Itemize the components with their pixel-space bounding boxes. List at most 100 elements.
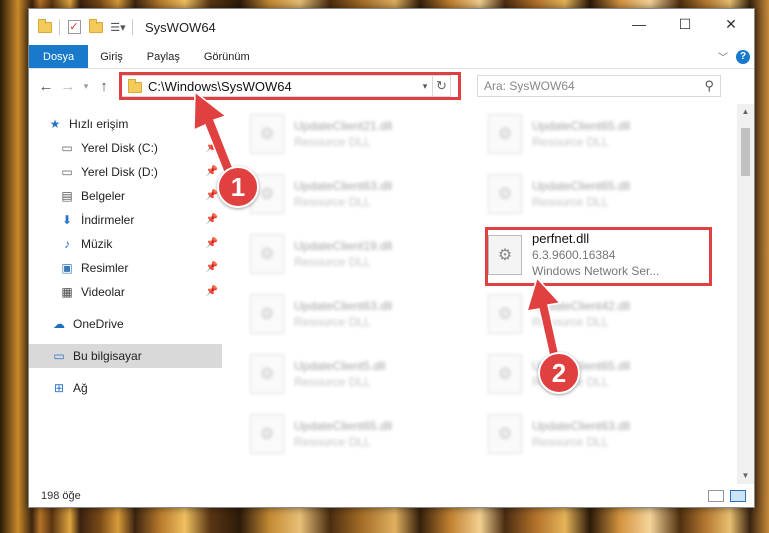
sidebar-item-label: Müzik: [81, 237, 113, 251]
divider: [132, 19, 133, 35]
list-item[interactable]: ⚙ UpdateClient65.dllResource DLL: [488, 169, 708, 219]
folder-icon: [37, 18, 53, 34]
list-item[interactable]: ⚙ UpdateClient21.dll Resource DLL: [250, 109, 470, 159]
sidebar-item-label: Hızlı erişim: [69, 117, 129, 131]
main-area: ★ Hızlı erişim ▭ Yerel Disk (C:) 📌 ▭ Yer…: [29, 104, 754, 484]
large-icons-view-icon[interactable]: [730, 489, 746, 502]
dll-file-icon: ⚙: [488, 354, 522, 394]
file-type: Resource DLL: [294, 195, 371, 209]
search-input[interactable]: Ara: SysWOW64 ⚲: [477, 75, 721, 97]
sidebar-item-disk-c[interactable]: ▭ Yerel Disk (C:) 📌: [29, 136, 222, 160]
list-item[interactable]: ⚙ UpdateClient65.dllResource DLL: [250, 409, 470, 459]
address-row: ← → ▾ ↑ C:\Windows\SysWOW64 ▾ ↻ Ara: Sys…: [29, 69, 754, 103]
help-icon[interactable]: ?: [736, 49, 750, 64]
download-icon: ⬇: [61, 213, 73, 227]
sidebar-item-label: Ağ: [73, 381, 88, 395]
file-type: Resource DLL: [294, 135, 371, 149]
file-name: UpdateClient63.dll: [294, 179, 393, 193]
file-name: UpdateClient42.dll: [532, 299, 631, 313]
sidebar-item-videos[interactable]: ▦ Videolar 📌: [29, 280, 222, 304]
list-item[interactable]: ⚙ UpdateClient63.dll Resource DLL: [250, 169, 470, 219]
star-icon: ★: [49, 117, 61, 131]
sidebar-item-disk-d[interactable]: ▭ Yerel Disk (D:) 📌: [29, 160, 222, 184]
file-list: ⚙ UpdateClient21.dll Resource DLL ⚙ Updat…: [222, 104, 754, 484]
item-count: 198 öğe: [41, 489, 81, 502]
list-item[interactable]: ⚙ UpdateClient63.dll Resource DLL: [250, 289, 470, 339]
file-type: Resource DLL: [532, 195, 609, 209]
sidebar-item-pictures[interactable]: ▣ Resimler 📌: [29, 256, 222, 280]
up-arrow-icon[interactable]: ↑: [93, 78, 115, 95]
sidebar-item-this-pc[interactable]: ▭ Bu bilgisayar: [29, 344, 222, 368]
file-name: perfnet.dll: [532, 231, 590, 246]
list-item[interactable]: ⚙ UpdateClient65.dllResource DLL: [488, 109, 708, 159]
sidebar-item-onedrive[interactable]: ☁ OneDrive: [29, 312, 222, 336]
minimize-button[interactable]: —: [616, 9, 662, 39]
navigation-pane: ★ Hızlı erişim ▭ Yerel Disk (C:) 📌 ▭ Yer…: [29, 104, 222, 484]
documents-icon: ▤: [61, 189, 73, 203]
pin-icon: 📌: [205, 238, 218, 249]
address-dropdown-icon[interactable]: ▾: [418, 81, 432, 92]
file-name: UpdateClient19.dll: [294, 239, 393, 253]
perfnet-dll-item[interactable]: ⚙ perfnet.dll 6.3.9600.16384 Windows Net…: [488, 227, 708, 283]
sidebar-item-music[interactable]: ♪ Müzik 📌: [29, 232, 222, 256]
file-version: 6.3.9600.16384: [532, 248, 616, 262]
expand-ribbon-icon[interactable]: ﹀: [718, 49, 728, 64]
list-item[interactable]: ⚙ UpdateClient42.dll Resource DLL: [488, 289, 708, 339]
details-view-icon[interactable]: [708, 489, 724, 502]
tab-giris[interactable]: Giriş: [88, 45, 135, 68]
file-name: UpdateClient65.dll: [532, 179, 631, 193]
address-bar[interactable]: C:\Windows\SysWOW64 ▾ ↻: [119, 72, 461, 100]
scroll-down-icon[interactable]: ▼: [737, 468, 754, 484]
explorer-window: ✓ ☰▾ SysWOW64 — ☐ ✕ Dosya Giriş Paylaş G…: [28, 8, 755, 508]
file-name: UpdateClient63.dll: [532, 419, 631, 433]
list-item[interactable]: ⚙ UpdateClient63.dll Resource DLL: [488, 409, 708, 459]
dll-file-icon: ⚙: [250, 294, 284, 334]
sidebar-item-label: Resimler: [81, 261, 129, 275]
recent-locations-icon[interactable]: ▾: [79, 81, 93, 92]
status-bar: 198 öğe: [29, 484, 754, 507]
customize-toolbar-icon[interactable]: ☰▾: [110, 20, 126, 34]
pin-icon: 📌: [205, 142, 218, 153]
close-button[interactable]: ✕: [708, 9, 754, 39]
file-name: UpdateClient5.dll: [294, 359, 386, 373]
file-type: Windows Network Ser...: [532, 264, 660, 278]
scroll-thumb[interactable]: [741, 128, 750, 176]
ribbon-tabs: Dosya Giriş Paylaş Görünüm ﹀ ?: [29, 45, 754, 69]
scroll-up-icon[interactable]: ▲: [737, 104, 754, 120]
computer-icon: ▭: [53, 349, 65, 363]
ribbon-right: ﹀ ?: [718, 45, 754, 68]
maximize-button[interactable]: ☐: [662, 9, 708, 39]
sidebar-item-documents[interactable]: ▤ Belgeler 📌: [29, 184, 222, 208]
sidebar-item-downloads[interactable]: ⬇ İndirmeler 📌: [29, 208, 222, 232]
list-item[interactable]: ⚙ UpdateClient65.dllResource DLL: [488, 349, 708, 399]
callout-badge-1: 1: [217, 166, 259, 208]
file-name: UpdateClient63.dll: [294, 299, 393, 313]
sidebar-item-label: Yerel Disk (C:): [81, 141, 158, 155]
refresh-icon[interactable]: ↻: [432, 76, 450, 96]
address-path[interactable]: C:\Windows\SysWOW64: [148, 79, 418, 94]
sidebar-item-label: Yerel Disk (D:): [81, 165, 158, 179]
sidebar-item-label: OneDrive: [73, 317, 124, 331]
forward-arrow-icon[interactable]: →: [57, 78, 79, 95]
sidebar-item-label: Belgeler: [81, 189, 126, 203]
list-item[interactable]: ⚙ UpdateClient5.dll Resource DLL: [250, 349, 470, 399]
file-type: Resource DLL: [294, 255, 371, 269]
drive-icon: ▭: [61, 141, 73, 155]
sidebar-item-quick-access[interactable]: ★ Hızlı erişim: [29, 112, 222, 136]
pin-icon: 📌: [205, 190, 218, 201]
new-folder-icon[interactable]: [88, 18, 104, 34]
properties-icon[interactable]: ✓: [66, 20, 82, 34]
vertical-scrollbar[interactable]: ▲ ▼: [737, 104, 754, 484]
tab-gorunum[interactable]: Görünüm: [192, 45, 262, 68]
pictures-icon: ▣: [61, 261, 73, 275]
list-item[interactable]: ⚙ UpdateClient19.dll Resource DLL: [250, 229, 470, 279]
window-title: SysWOW64: [145, 19, 216, 35]
dll-file-icon: ⚙: [250, 114, 284, 154]
tab-paylas[interactable]: Paylaş: [135, 45, 192, 68]
file-type: Resource DLL: [532, 135, 609, 149]
videos-icon: ▦: [61, 285, 73, 299]
search-icon[interactable]: ⚲: [704, 78, 714, 94]
sidebar-item-network[interactable]: ⊞ Ağ: [29, 376, 222, 400]
tab-dosya[interactable]: Dosya: [29, 45, 89, 68]
back-arrow-icon[interactable]: ←: [35, 78, 57, 95]
